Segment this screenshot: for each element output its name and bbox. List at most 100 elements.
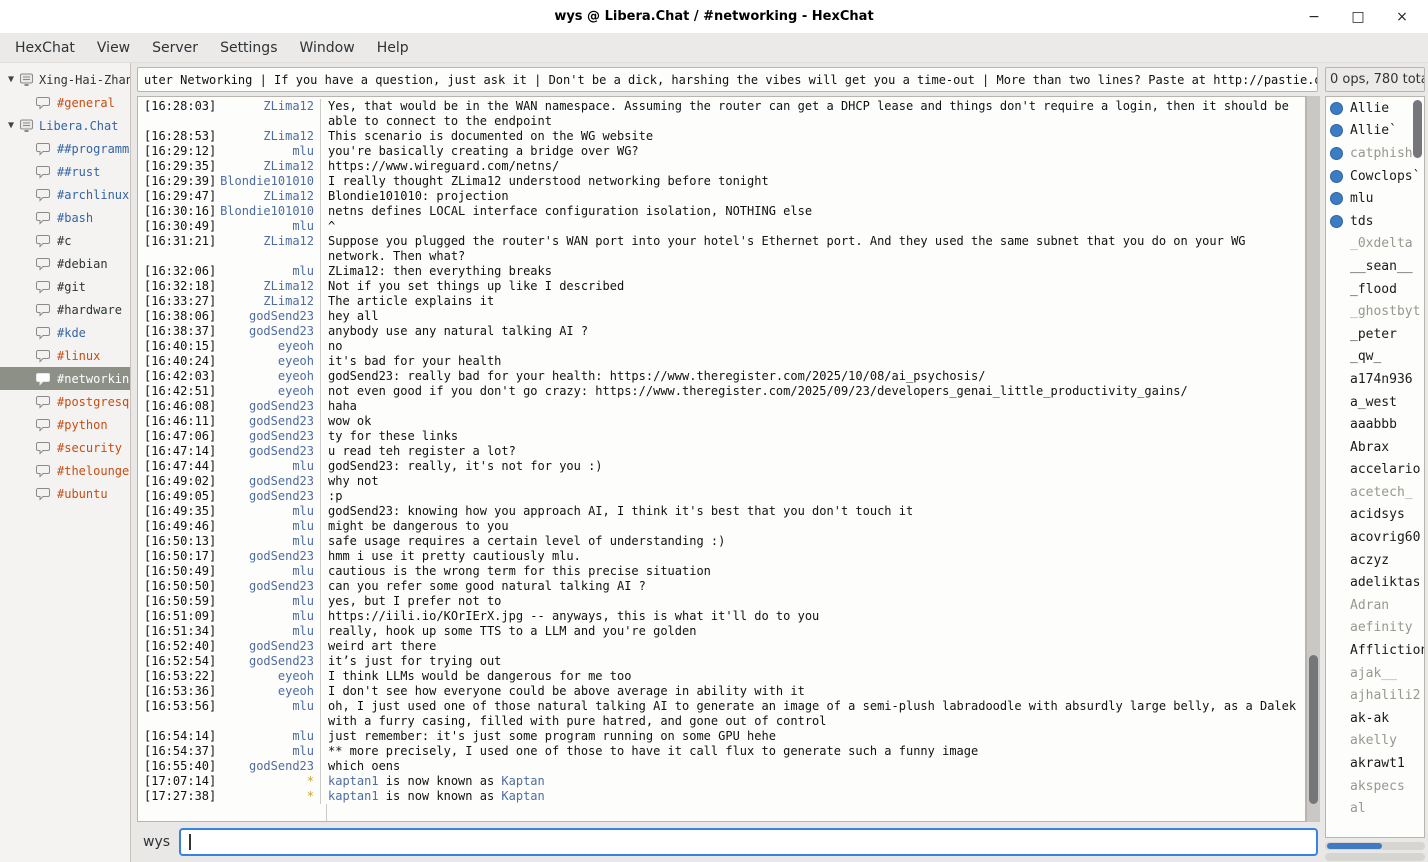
nick[interactable]: godSend23	[216, 489, 320, 504]
nick[interactable]: mlu	[216, 609, 320, 624]
nick[interactable]: ZLima12	[216, 99, 320, 114]
menu-item-view[interactable]: View	[86, 36, 141, 60]
user-item[interactable]: Allie	[1326, 97, 1424, 120]
user-item[interactable]: Abrax	[1326, 436, 1424, 459]
topic-bar[interactable]: uter Networking | If you have a question…	[137, 67, 1318, 92]
nick-link[interactable]: Kaptan	[501, 789, 544, 803]
nick[interactable]: eyeoh	[216, 354, 320, 369]
event-star[interactable]: *	[216, 774, 320, 789]
nick[interactable]: mlu	[216, 459, 320, 474]
nick[interactable]: godSend23	[216, 639, 320, 654]
minimize-button[interactable]: −	[1306, 9, 1322, 25]
user-item[interactable]: akspecs	[1326, 775, 1424, 798]
chat-scrollbar[interactable]	[1306, 96, 1320, 822]
user-item[interactable]: accelario	[1326, 459, 1424, 482]
user-item[interactable]: Cowclops`	[1326, 165, 1424, 188]
nick[interactable]: mlu	[216, 729, 320, 744]
channel-item-debian[interactable]: #debian	[0, 252, 130, 275]
channel-item-ubuntu[interactable]: #ubuntu	[0, 482, 130, 505]
server-item-libera.chat[interactable]: ▼Libera.Chat	[0, 114, 130, 137]
nick[interactable]: godSend23	[216, 444, 320, 459]
user-item[interactable]: ajhalili2	[1326, 684, 1424, 707]
user-item[interactable]: aaabbb	[1326, 413, 1424, 436]
nick[interactable]: mlu	[216, 534, 320, 549]
menu-item-window[interactable]: Window	[288, 36, 365, 60]
nick-link[interactable]: kaptan1	[328, 774, 379, 788]
nick[interactable]: Blondie101010	[216, 174, 320, 189]
nick[interactable]: godSend23	[216, 324, 320, 339]
user-item[interactable]: _peter	[1326, 323, 1424, 346]
nick[interactable]: godSend23	[216, 579, 320, 594]
user-item[interactable]: Adran	[1326, 594, 1424, 617]
channel-item-general[interactable]: #general	[0, 91, 130, 114]
user-item[interactable]: a174n936	[1326, 368, 1424, 391]
nick[interactable]: ZLima12	[216, 279, 320, 294]
menu-item-help[interactable]: Help	[366, 36, 420, 60]
nick[interactable]: mlu	[216, 744, 320, 759]
user-item[interactable]: ajak__	[1326, 662, 1424, 685]
user-item[interactable]: _ghostbyt	[1326, 300, 1424, 323]
nick[interactable]: mlu	[216, 594, 320, 609]
user-item[interactable]: aefinity	[1326, 617, 1424, 640]
channel-item-archlinux[interactable]: #archlinux	[0, 183, 130, 206]
close-button[interactable]: ×	[1394, 9, 1410, 25]
nick[interactable]: eyeoh	[216, 684, 320, 699]
nick[interactable]: godSend23	[216, 399, 320, 414]
channel-item-linux[interactable]: #linux	[0, 344, 130, 367]
user-item[interactable]: adeliktas	[1326, 571, 1424, 594]
nick[interactable]: ZLima12	[216, 159, 320, 174]
chat-scrollbar-thumb[interactable]	[1309, 655, 1318, 804]
user-item[interactable]: a_west	[1326, 391, 1424, 414]
nick[interactable]: mlu	[216, 564, 320, 579]
channel-item-thelounge[interactable]: #thelounge	[0, 459, 130, 482]
horizontal-scrollbar[interactable]	[1325, 842, 1425, 850]
user-item[interactable]: acovrig60	[1326, 526, 1424, 549]
user-item[interactable]: catphish	[1326, 142, 1424, 165]
nick[interactable]: godSend23	[216, 549, 320, 564]
user-item[interactable]: _0xdelta	[1326, 233, 1424, 256]
user-item[interactable]: aczyz	[1326, 549, 1424, 572]
channel-item-programming[interactable]: ##programming	[0, 137, 130, 160]
menu-item-server[interactable]: Server	[141, 36, 209, 60]
channel-item-python[interactable]: #python	[0, 413, 130, 436]
channel-item-security[interactable]: #security	[0, 436, 130, 459]
nick-link[interactable]: kaptan1	[328, 789, 379, 803]
message-input[interactable]	[179, 828, 1318, 856]
channel-item-networking[interactable]: #networking	[0, 367, 130, 390]
user-item[interactable]: acidsys	[1326, 504, 1424, 527]
userlist-scrollbar-thumb[interactable]	[1413, 100, 1422, 158]
channel-item-rust[interactable]: ##rust	[0, 160, 130, 183]
user-item[interactable]: __sean__	[1326, 255, 1424, 278]
user-item[interactable]: akelly	[1326, 730, 1424, 753]
nick[interactable]: mlu	[216, 624, 320, 639]
user-item[interactable]: Affliction	[1326, 639, 1424, 662]
nick[interactable]: mlu	[216, 504, 320, 519]
channel-item-bash[interactable]: #bash	[0, 206, 130, 229]
channel-item-git[interactable]: #git	[0, 275, 130, 298]
user-item[interactable]: acetech_	[1326, 481, 1424, 504]
user-item[interactable]: _qw_	[1326, 346, 1424, 369]
user-item[interactable]: al	[1326, 797, 1424, 820]
nick[interactable]: mlu	[216, 519, 320, 534]
nick[interactable]: godSend23	[216, 474, 320, 489]
horizontal-scrollbar-track[interactable]	[1325, 853, 1425, 861]
nick[interactable]: godSend23	[216, 759, 320, 774]
nick[interactable]: godSend23	[216, 654, 320, 669]
event-star[interactable]: *	[216, 789, 320, 804]
nick[interactable]: eyeoh	[216, 384, 320, 399]
nick[interactable]: eyeoh	[216, 369, 320, 384]
nick[interactable]: mlu	[216, 144, 320, 159]
nick-link[interactable]: Kaptan	[501, 774, 544, 788]
user-item[interactable]: Allie`	[1326, 120, 1424, 143]
channel-item-kde[interactable]: #kde	[0, 321, 130, 344]
menu-item-hexchat[interactable]: HexChat	[4, 36, 86, 60]
nick[interactable]: eyeoh	[216, 339, 320, 354]
user-item[interactable]: akrawt1	[1326, 752, 1424, 775]
user-item[interactable]: _flood	[1326, 278, 1424, 301]
nick[interactable]: ZLima12	[216, 294, 320, 309]
server-item-xing-hai-zhan[interactable]: ▼Xing-Hai-Zhan	[0, 68, 130, 91]
nick[interactable]: Blondie101010	[216, 204, 320, 219]
nick[interactable]: godSend23	[216, 309, 320, 324]
nick[interactable]: mlu	[216, 219, 320, 234]
menu-item-settings[interactable]: Settings	[209, 36, 288, 60]
